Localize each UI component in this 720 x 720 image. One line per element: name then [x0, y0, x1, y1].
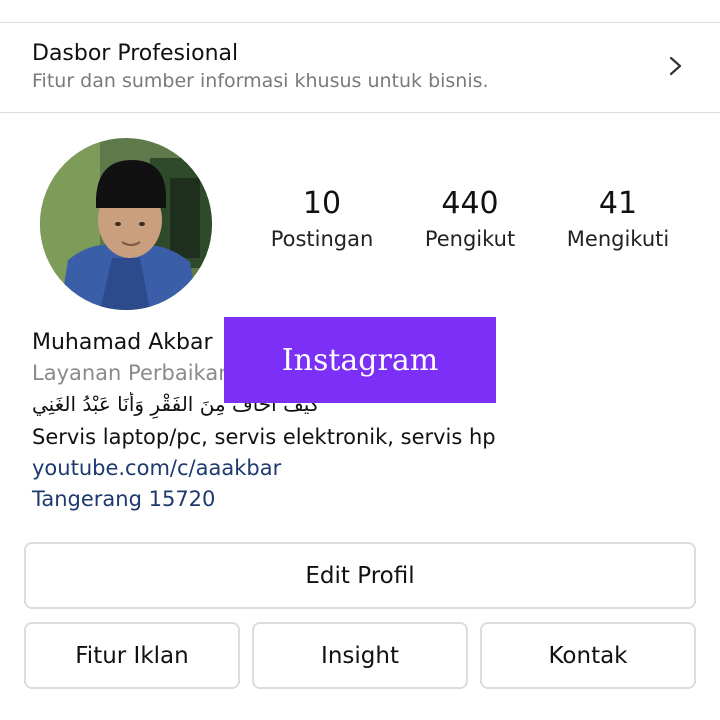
profile-photo-icon	[40, 138, 212, 310]
stat-following[interactable]: 41 Mengikuti	[548, 184, 688, 254]
posts-label: Postingan	[270, 227, 374, 251]
contact-button[interactable]: Kontak	[480, 622, 696, 689]
section-divider	[0, 112, 720, 113]
bio-description: Servis laptop/pc, servis elektronik, ser…	[32, 425, 496, 449]
ad-tools-button[interactable]: Fitur Iklan	[24, 622, 240, 689]
bio-website-link[interactable]: youtube.com/c/aaakbar	[32, 456, 281, 480]
instagram-watermark: Instagram	[224, 317, 496, 403]
watermark-text: Instagram	[281, 342, 439, 378]
followers-count: 440	[441, 186, 499, 221]
insight-button[interactable]: Insight	[252, 622, 468, 689]
profile-avatar[interactable]	[40, 138, 212, 310]
following-count: 41	[598, 186, 638, 221]
dashboard-title: Dasbor Profesional	[32, 41, 239, 66]
stat-posts[interactable]: 10 Postingan	[252, 184, 392, 254]
profile-name: Muhamad Akbar	[32, 330, 213, 355]
professional-dashboard-row[interactable]: Dasbor Profesional Fitur dan sumber info…	[0, 23, 720, 112]
followers-label: Pengikut	[424, 227, 516, 251]
bio-location-link[interactable]: Tangerang 15720	[32, 487, 215, 511]
chevron-right-icon	[669, 56, 682, 76]
posts-count: 10	[302, 186, 342, 221]
following-label: Mengikuti	[566, 227, 670, 251]
dashboard-subtitle: Fitur dan sumber informasi khusus untuk …	[32, 70, 489, 92]
profile-category: Layanan Perbaikan	[32, 361, 224, 385]
stat-followers[interactable]: 440 Pengikut	[400, 184, 540, 254]
edit-profile-button[interactable]: Edit Profil	[24, 542, 696, 609]
